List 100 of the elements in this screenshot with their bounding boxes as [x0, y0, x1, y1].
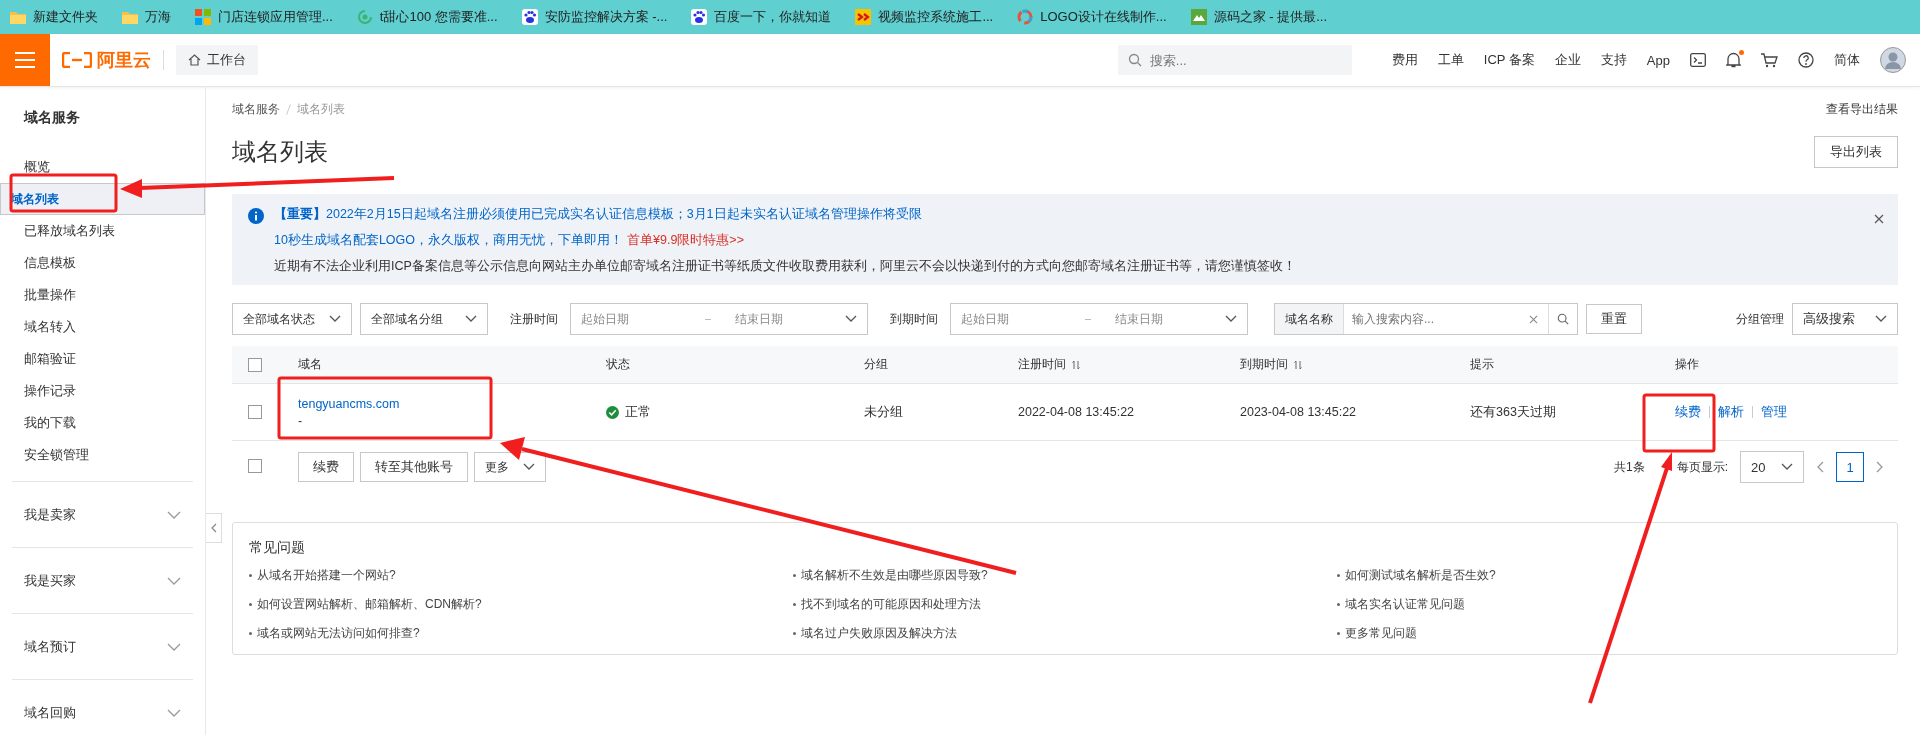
- table-cell-text: 2023-04-08 13:45:22: [1240, 405, 1358, 419]
- info-icon: [248, 208, 264, 224]
- action-link[interactable]: 管理: [1761, 403, 1787, 421]
- cart-icon[interactable]: [1761, 52, 1778, 68]
- page-size-dropdown[interactable]: 20: [1740, 451, 1804, 483]
- clear-icon[interactable]: [1529, 315, 1538, 324]
- faq-link[interactable]: 更多常见问题: [1345, 625, 1417, 642]
- sidebar-item[interactable]: 已释放域名列表: [0, 215, 205, 247]
- nav-link[interactable]: ICP 备案: [1483, 51, 1535, 69]
- checkbox[interactable]: [248, 458, 262, 473]
- faq-link[interactable]: 找不到域名的可能原因和处理方法: [801, 596, 981, 613]
- faq-link[interactable]: 域名过户失败原因及解决方法: [801, 625, 957, 642]
- sidebar-section[interactable]: 域名回购: [12, 679, 193, 735]
- bookmark-item[interactable]: 百度一下，你就知道: [691, 8, 832, 26]
- nav-link[interactable]: 费用: [1391, 51, 1418, 69]
- offer-link[interactable]: 首单¥9.9限时特惠>>: [627, 232, 744, 249]
- sidebar-section[interactable]: 域名预订: [12, 613, 193, 679]
- sidebar-item[interactable]: 域名转入: [0, 311, 205, 343]
- sidebar-item[interactable]: 安全锁管理: [0, 439, 205, 471]
- grid-icon: [195, 9, 211, 25]
- home-icon: [188, 54, 201, 66]
- search-scope-label[interactable]: 域名名称: [1275, 304, 1344, 334]
- domain-link[interactable]: tengyuancms.com: [298, 396, 400, 411]
- close-icon[interactable]: [1874, 214, 1884, 224]
- sidebar-item[interactable]: 信息模板: [0, 247, 205, 279]
- chevron-icon: [465, 315, 477, 323]
- bulk-action-button[interactable]: 续费: [298, 452, 354, 482]
- group-manage-link[interactable]: 分组管理: [1736, 310, 1784, 328]
- paw-icon: [521, 9, 538, 25]
- sidebar-section[interactable]: 我是卖家: [12, 481, 193, 547]
- folder-icon: [10, 9, 26, 25]
- sidebar-section[interactable]: 我是买家: [12, 547, 193, 613]
- logo-icon: [62, 52, 92, 68]
- column-header[interactable]: 到期时间: [1240, 356, 1470, 373]
- action-link[interactable]: 解析: [1718, 403, 1744, 421]
- next-page-icon[interactable]: [1876, 461, 1884, 473]
- bookmark-item[interactable]: 万海: [122, 8, 171, 26]
- status-dropdown[interactable]: 全部域名状态: [232, 303, 352, 335]
- faq-link[interactable]: 从域名开始搭建一个网站?: [257, 567, 396, 584]
- collapse-handle[interactable]: [206, 513, 222, 543]
- export-button[interactable]: 导出列表: [1814, 136, 1898, 168]
- table-cell-text: 2022-04-08 13:45:22: [1018, 405, 1136, 419]
- bookmark-item[interactable]: LOGO设计在线制作...: [1017, 8, 1167, 26]
- faq-link[interactable]: 域名实名认证常见问题: [1345, 596, 1465, 613]
- sidebar-item[interactable]: 操作记录: [0, 375, 205, 407]
- export-results-link[interactable]: 查看导出结果: [1826, 100, 1898, 118]
- table-cell-text: 还有363天过期: [1470, 403, 1557, 421]
- workbench-button[interactable]: 工作台: [176, 45, 258, 75]
- bookmark-item[interactable]: 新建文件夹: [10, 8, 98, 26]
- page-size-label: 每页显示:: [1676, 458, 1728, 476]
- nav-link[interactable]: 工单: [1437, 51, 1464, 69]
- nav-link[interactable]: 支持: [1600, 51, 1627, 69]
- filter-label: 到期时间: [890, 310, 938, 328]
- bookmark-item[interactable]: 安防监控解决方案 -...: [521, 8, 668, 26]
- nav-link[interactable]: App: [1646, 52, 1670, 68]
- help-icon[interactable]: [1798, 52, 1814, 68]
- bookmark-item[interactable]: 源码之家 - 提供最...: [1190, 8, 1327, 26]
- date-range-field[interactable]: 起始日期 结束日期: [570, 303, 868, 335]
- avatar[interactable]: [1880, 47, 1906, 73]
- previous-page-icon[interactable]: [1816, 461, 1824, 473]
- bookmark-item[interactable]: t甜心100 您需要准...: [356, 8, 498, 26]
- page-button[interactable]: 1: [1836, 452, 1864, 482]
- breadcrumb-link[interactable]: 域名服务: [232, 100, 280, 118]
- advanced-search-dropdown[interactable]: 高级搜索: [1792, 303, 1898, 335]
- checkbox[interactable]: [248, 405, 262, 419]
- faq-link[interactable]: 如何测试域名解析是否生效?: [1345, 567, 1496, 584]
- nav-link[interactable]: 企业: [1554, 51, 1581, 69]
- total-count: 共1条: [1613, 458, 1645, 476]
- faq-link[interactable]: 域名解析不生效是由哪些原因导致?: [801, 567, 988, 584]
- bookmark-item[interactable]: 门店连锁应用管理...: [195, 8, 333, 26]
- check-circle-icon: [606, 405, 619, 419]
- column-header: 分组: [864, 356, 889, 373]
- sidebar-item[interactable]: 我的下载: [0, 407, 205, 439]
- menu-button[interactable]: [0, 34, 50, 86]
- sidebar-item[interactable]: 概览: [0, 151, 205, 183]
- sidebar-item[interactable]: 邮箱验证: [0, 343, 205, 375]
- table-cell-text: 未分组: [864, 403, 904, 421]
- sort-icon[interactable]: [1072, 359, 1080, 370]
- notification-icon[interactable]: [1726, 52, 1741, 68]
- checkbox[interactable]: [248, 357, 262, 372]
- search-box[interactable]: 域名名称 输入搜索内容...: [1274, 303, 1578, 335]
- sidebar-item[interactable]: 批量操作: [0, 279, 205, 311]
- column-header[interactable]: 注册时间: [1018, 356, 1240, 373]
- faq-link[interactable]: 如何设置网站解析、邮箱解析、CDN解析?: [257, 596, 482, 613]
- reset-button[interactable]: 重置: [1586, 304, 1642, 334]
- swirl-icon: [356, 9, 373, 25]
- chevron-icon: [1875, 315, 1887, 323]
- faq-link[interactable]: 域名或网站无法访问如何排查?: [257, 625, 420, 642]
- search-icon: [1557, 313, 1569, 325]
- action-link[interactable]: 续费: [1675, 403, 1701, 421]
- more-dropdown[interactable]: 更多: [474, 452, 546, 482]
- group-dropdown[interactable]: 全部域名分组: [360, 303, 488, 335]
- bulk-action-button[interactable]: 转至其他账号: [360, 452, 468, 482]
- filter-label: 注册时间: [510, 310, 558, 328]
- terminal-icon[interactable]: [1690, 53, 1706, 67]
- language-link[interactable]: 简体: [1834, 51, 1860, 69]
- bookmark-item[interactable]: 视频监控系统施工...: [855, 8, 994, 26]
- sort-icon[interactable]: [1294, 359, 1302, 370]
- search-field[interactable]: 搜索...: [1117, 45, 1352, 75]
- date-range-field[interactable]: 起始日期 结束日期: [950, 303, 1248, 335]
